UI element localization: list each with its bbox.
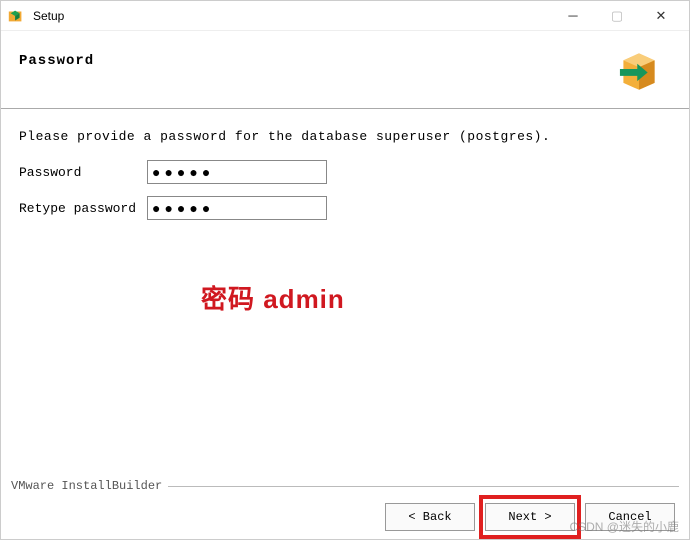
- instruction-text: Please provide a password for the databa…: [19, 129, 671, 144]
- page-title: Password: [19, 53, 94, 69]
- wizard-header: Password: [1, 31, 689, 109]
- footer-divider: VMware InstallBuilder: [1, 479, 689, 493]
- footer-brand: VMware InstallBuilder: [11, 479, 162, 493]
- close-button[interactable]: ✕: [639, 2, 683, 30]
- watermark: CSDN @迷失的小鹿: [569, 518, 679, 535]
- minimize-button[interactable]: ─: [551, 2, 595, 30]
- app-icon: [7, 7, 25, 25]
- maximize-button: ▢: [595, 2, 639, 30]
- back-button[interactable]: < Back: [385, 503, 475, 531]
- retype-password-row: Retype password: [19, 196, 671, 220]
- annotation-overlay: 密码 admin: [201, 279, 345, 316]
- password-row: Password: [19, 160, 671, 184]
- retype-password-label: Retype password: [19, 201, 147, 216]
- package-icon: [613, 43, 665, 95]
- password-label: Password: [19, 165, 147, 180]
- next-button[interactable]: Next >: [485, 503, 575, 531]
- wizard-content: Please provide a password for the databa…: [1, 109, 689, 479]
- retype-password-input[interactable]: [147, 196, 327, 220]
- window-title: Setup: [33, 9, 551, 23]
- divider-line: [168, 486, 679, 487]
- window-controls: ─ ▢ ✕: [551, 2, 683, 30]
- titlebar: Setup ─ ▢ ✕: [1, 1, 689, 31]
- password-input[interactable]: [147, 160, 327, 184]
